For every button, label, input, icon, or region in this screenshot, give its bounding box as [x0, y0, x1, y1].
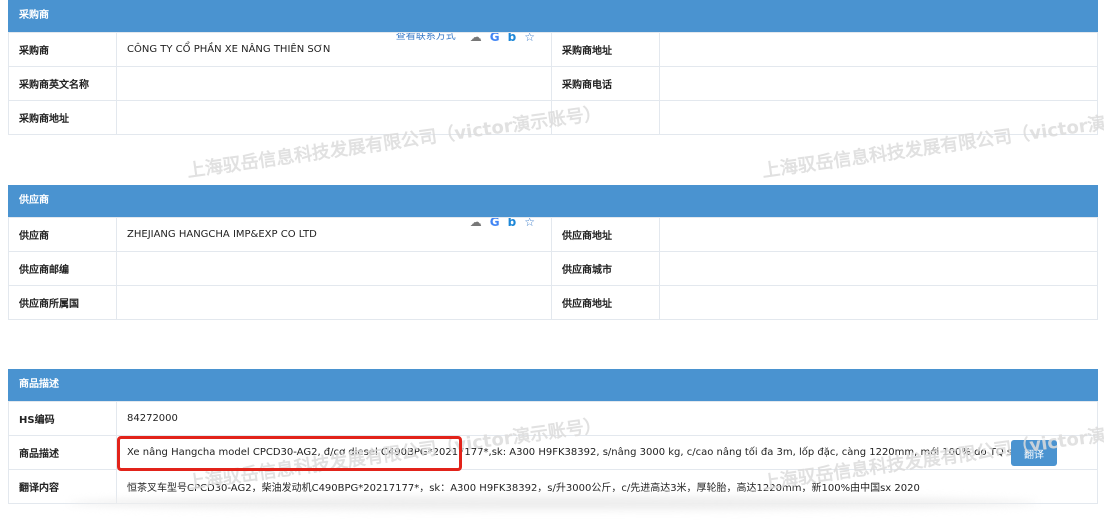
table-row: 供应商 ZHEJIANG HANGCHA IMP&EXP CO LTD ☁ G …	[8, 217, 1098, 252]
view-contact-link[interactable]: 查看联系方式	[396, 34, 456, 46]
buyer-phone-label: 采购商电话	[551, 66, 660, 101]
supplier-country-label: 供应商所属国	[8, 285, 117, 320]
bing-icon[interactable]: b	[508, 219, 517, 230]
cloud-icon[interactable]: ☁	[470, 34, 482, 45]
star-icon[interactable]: ☆	[524, 34, 535, 45]
supplier-table: 供应商 ZHEJIANG HANGCHA IMP&EXP CO LTD ☁ G …	[8, 217, 1098, 320]
buyer-phone-value	[659, 66, 1098, 101]
supplier-country-value	[116, 285, 552, 320]
supplier-section: 供应商 供应商 ZHEJIANG HANGCHA IMP&EXP CO LTD …	[8, 185, 1098, 320]
goods-desc-label: 商品描述	[8, 435, 117, 470]
star-icon[interactable]: ☆	[524, 219, 535, 230]
buyer-section: 采购商 采购商 CÔNG TY CỔ PHẦN XE NÂNG THIÊN SƠ…	[8, 0, 1098, 135]
goods-section-title: 商品描述	[8, 369, 1098, 401]
table-row: 供应商所属国 供应商地址	[8, 285, 1098, 320]
cloud-icon[interactable]: ☁	[470, 219, 482, 230]
hs-code-value: 84272000	[116, 401, 1098, 436]
buyer-name: CÔNG TY CỔ PHẦN XE NÂNG THIÊN SƠN	[127, 44, 331, 55]
table-row: HS编码 84272000	[8, 401, 1098, 436]
table-row: 采购商 CÔNG TY CỔ PHẦN XE NÂNG THIÊN SƠN 查看…	[8, 32, 1098, 67]
translate-button[interactable]: 翻译	[1011, 440, 1057, 466]
supplier-address-label: 供应商地址	[551, 217, 660, 252]
supplier-address2-value	[659, 285, 1098, 320]
supplier-section-title: 供应商	[8, 185, 1098, 217]
buyer-address-label: 采购商地址	[551, 32, 660, 67]
highlight-box	[117, 436, 462, 471]
table-row: 采购商地址	[8, 100, 1098, 135]
supplier-name: ZHEJIANG HANGCHA IMP&EXP CO LTD	[127, 229, 317, 240]
supplier-address2-label: 供应商地址	[551, 285, 660, 320]
google-icon[interactable]: G	[490, 219, 500, 230]
table-row: 供应商邮编 供应商城市	[8, 251, 1098, 286]
buyer-english-name-value	[116, 66, 552, 101]
buyer-address2-label: 采购商地址	[8, 100, 117, 135]
buyer-table: 采购商 CÔNG TY CỔ PHẦN XE NÂNG THIÊN SƠN 查看…	[8, 32, 1098, 135]
supplier-city-value	[659, 251, 1098, 286]
translation-label: 翻译内容	[8, 469, 117, 504]
hs-code-label: HS编码	[8, 401, 117, 436]
card-shadow	[68, 496, 1038, 510]
table-row: 采购商英文名称 采购商电话	[8, 66, 1098, 101]
supplier-zip-value	[116, 251, 552, 286]
supplier-label: 供应商	[8, 217, 117, 252]
buyer-address-value	[659, 32, 1098, 67]
google-icon[interactable]: G	[490, 34, 500, 45]
supplier-address-value	[659, 217, 1098, 252]
supplier-zip-label: 供应商邮编	[8, 251, 117, 286]
buyer-address2-value	[116, 100, 552, 135]
bing-icon[interactable]: b	[508, 34, 517, 45]
buyer-section-title: 采购商	[8, 0, 1098, 32]
buyer-english-name-label: 采购商英文名称	[8, 66, 117, 101]
buyer-label: 采购商	[8, 32, 117, 67]
supplier-city-label: 供应商城市	[551, 251, 660, 286]
